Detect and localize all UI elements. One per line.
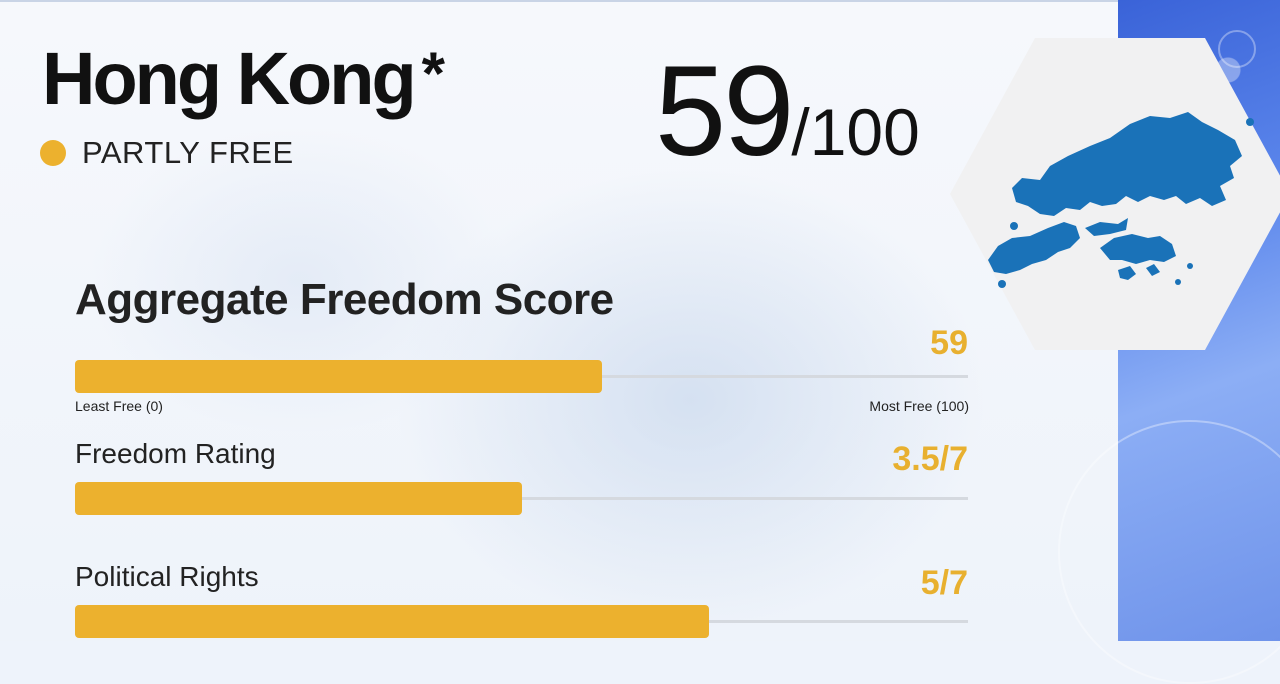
freedom-rating-value: 3.5/7 [892, 440, 968, 478]
freedom-rating-label: Freedom Rating [75, 438, 276, 469]
aggregate-score-value: 59 [930, 324, 968, 362]
country-marker: * [421, 40, 445, 107]
country-title: Hong Kong * [42, 40, 445, 116]
overall-score: 59/100 [655, 48, 920, 176]
overall-score-value: 59 [655, 40, 794, 183]
political-rights-value: 5/7 [920, 564, 968, 602]
aggregate-score-bar [75, 360, 602, 393]
status-label: PARTLY FREE [82, 135, 294, 170]
status-badge: PARTLY FREE [40, 135, 294, 171]
political-rights-bar [75, 605, 709, 638]
most-free-label: Most Free (100) [869, 398, 969, 414]
status-dot-icon [40, 140, 66, 166]
map-card [950, 38, 1280, 350]
top-border [0, 0, 1118, 2]
aggregate-score-title: Aggregate Freedom Score [75, 275, 614, 324]
freedom-rating-bar [75, 482, 522, 515]
country-name: Hong Kong [42, 37, 417, 120]
overall-score-denominator: /100 [791, 95, 920, 169]
political-rights-label: Political Rights [75, 561, 259, 592]
least-free-label: Least Free (0) [75, 398, 163, 414]
